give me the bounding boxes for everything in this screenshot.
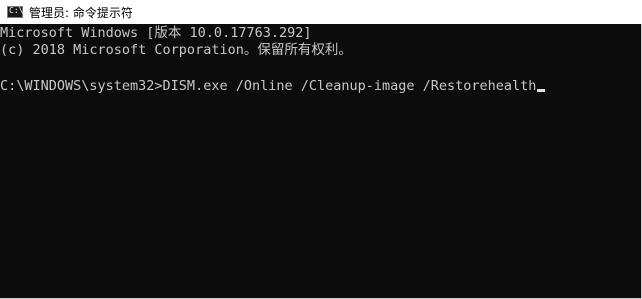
command-prompt-window: C:\ 管理员: 命令提示符 Microsoft Windows [版本 10.… bbox=[0, 0, 642, 299]
console-line-copyright: (c) 2018 Microsoft Corporation。保留所有权利。 bbox=[0, 42, 352, 58]
cmd-icon: C:\ bbox=[7, 6, 23, 18]
cmd-icon-glyph: C:\ bbox=[9, 6, 24, 15]
console-output-area[interactable]: Microsoft Windows [版本 10.0.17763.292] (c… bbox=[0, 24, 640, 298]
console-command-line[interactable]: C:\WINDOWS\system32>DISM.exe /Online /Cl… bbox=[0, 77, 546, 95]
console-command-text: C:\WINDOWS\system32>DISM.exe /Online /Cl… bbox=[0, 78, 537, 94]
text-cursor bbox=[537, 89, 546, 92]
console-line-version: Microsoft Windows [版本 10.0.17763.292] bbox=[0, 25, 312, 41]
window-title: 管理员: 命令提示符 bbox=[29, 5, 133, 20]
title-bar[interactable]: C:\ 管理员: 命令提示符 bbox=[0, 0, 642, 24]
